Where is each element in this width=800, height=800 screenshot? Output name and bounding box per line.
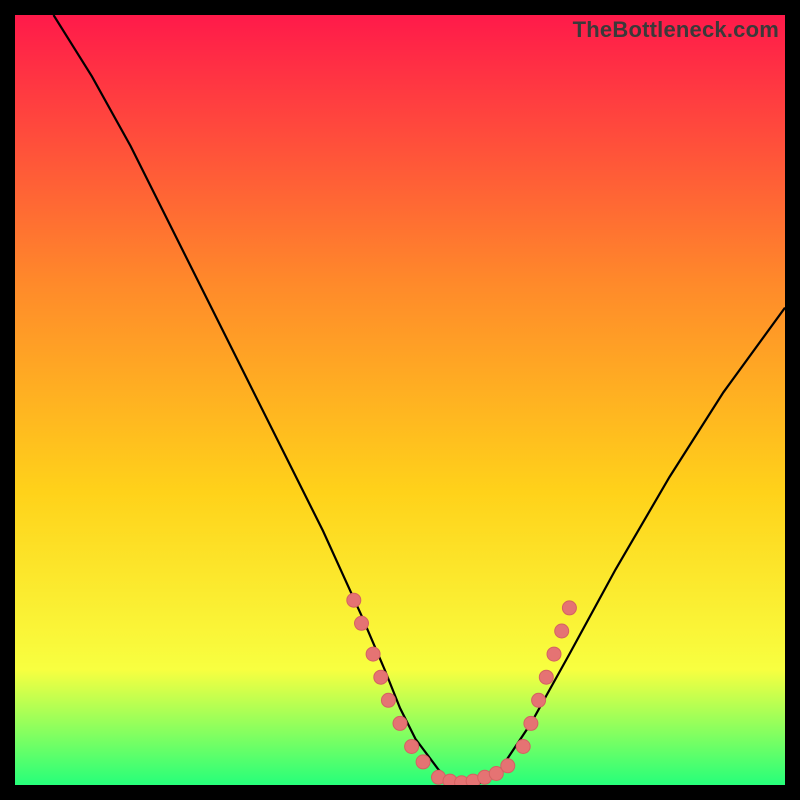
data-dot — [366, 647, 380, 661]
data-dot — [347, 593, 361, 607]
data-dot — [524, 716, 538, 730]
data-dot — [562, 601, 576, 615]
bottleneck-curve — [54, 15, 786, 785]
data-dot — [555, 624, 569, 638]
data-dot — [355, 616, 369, 630]
data-dot — [501, 759, 515, 773]
data-dot — [416, 755, 430, 769]
chart-svg — [15, 15, 785, 785]
data-dot — [405, 740, 419, 754]
data-dot — [374, 670, 388, 684]
chart-frame: TheBottleneck.com — [15, 15, 785, 785]
watermark-text: TheBottleneck.com — [573, 17, 779, 43]
data-dot — [547, 647, 561, 661]
data-dot — [393, 716, 407, 730]
data-dot — [516, 740, 530, 754]
data-dot — [381, 693, 395, 707]
data-dot — [532, 693, 546, 707]
dots-bottom-cluster — [432, 759, 515, 785]
data-dot — [539, 670, 553, 684]
